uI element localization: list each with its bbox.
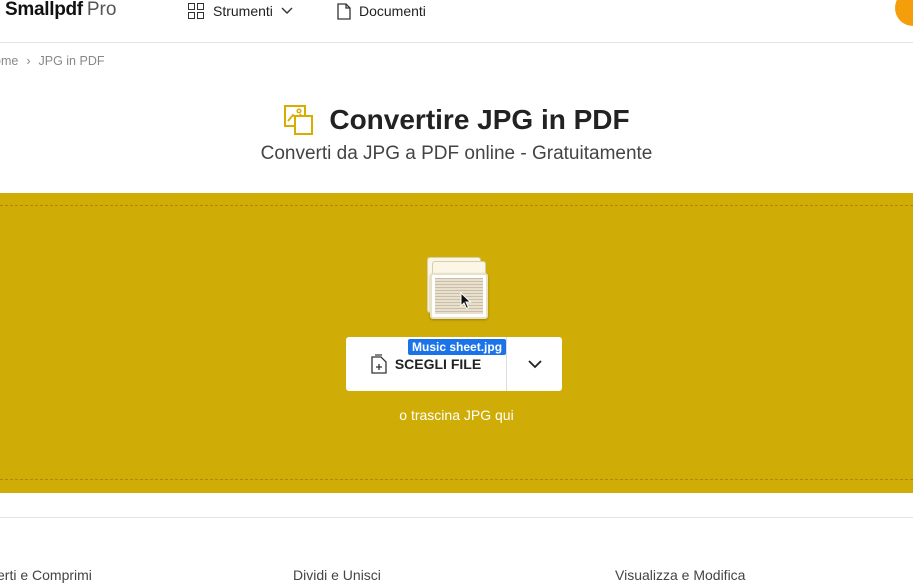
category-split-merge[interactable]: Dividi e Unisci — [293, 567, 381, 583]
logo-brand: Smallpdf — [5, 0, 83, 20]
chevron-down-icon — [281, 7, 293, 14]
nav-documents-label: Documenti — [359, 3, 426, 19]
avatar[interactable] — [895, 0, 913, 26]
choose-source-dropdown[interactable] — [507, 337, 562, 391]
page-title-row: Convertire JPG in PDF — [0, 104, 913, 136]
category-convert-compress[interactable]: verti e Comprimi — [0, 567, 92, 583]
section-divider — [0, 517, 913, 518]
top-header: Smallpdf Pro Strumenti Documenti — [0, 0, 913, 43]
choose-file-label: SCEGLI FILE — [394, 356, 482, 372]
file-dropzone[interactable]: SCEGLI FILE Music sheet.jpg o trascina J… — [0, 193, 913, 493]
file-plus-icon — [371, 354, 387, 374]
drop-hint: o trascina JPG qui — [399, 407, 514, 423]
nav-documents-link[interactable]: Documenti — [337, 0, 426, 22]
nav-tools-menu[interactable]: Strumenti — [188, 0, 293, 22]
breadcrumb-current: JPG in PDF — [38, 54, 105, 68]
nav-tools-label: Strumenti — [213, 3, 273, 19]
page-title: Convertire JPG in PDF — [329, 104, 630, 135]
category-view-edit[interactable]: Visualizza e Modifica — [615, 567, 745, 583]
mouse-cursor-icon — [460, 292, 472, 310]
jpg-image-icon — [284, 105, 314, 135]
logo-pro: Pro — [86, 0, 117, 20]
logo[interactable]: Smallpdf Pro — [5, 0, 116, 20]
dragged-file-name: Music sheet.jpg — [408, 339, 507, 355]
dragged-files-icon — [426, 257, 492, 323]
page-subtitle: Converti da JPG a PDF online - Gratuitam… — [260, 143, 653, 164]
chevron-down-icon — [527, 359, 542, 368]
breadcrumb: ome › JPG in PDF — [0, 54, 105, 68]
document-icon — [337, 2, 351, 20]
breadcrumb-separator: › — [26, 54, 31, 68]
breadcrumb-home[interactable]: ome — [0, 54, 18, 68]
grid-icon — [188, 2, 205, 20]
